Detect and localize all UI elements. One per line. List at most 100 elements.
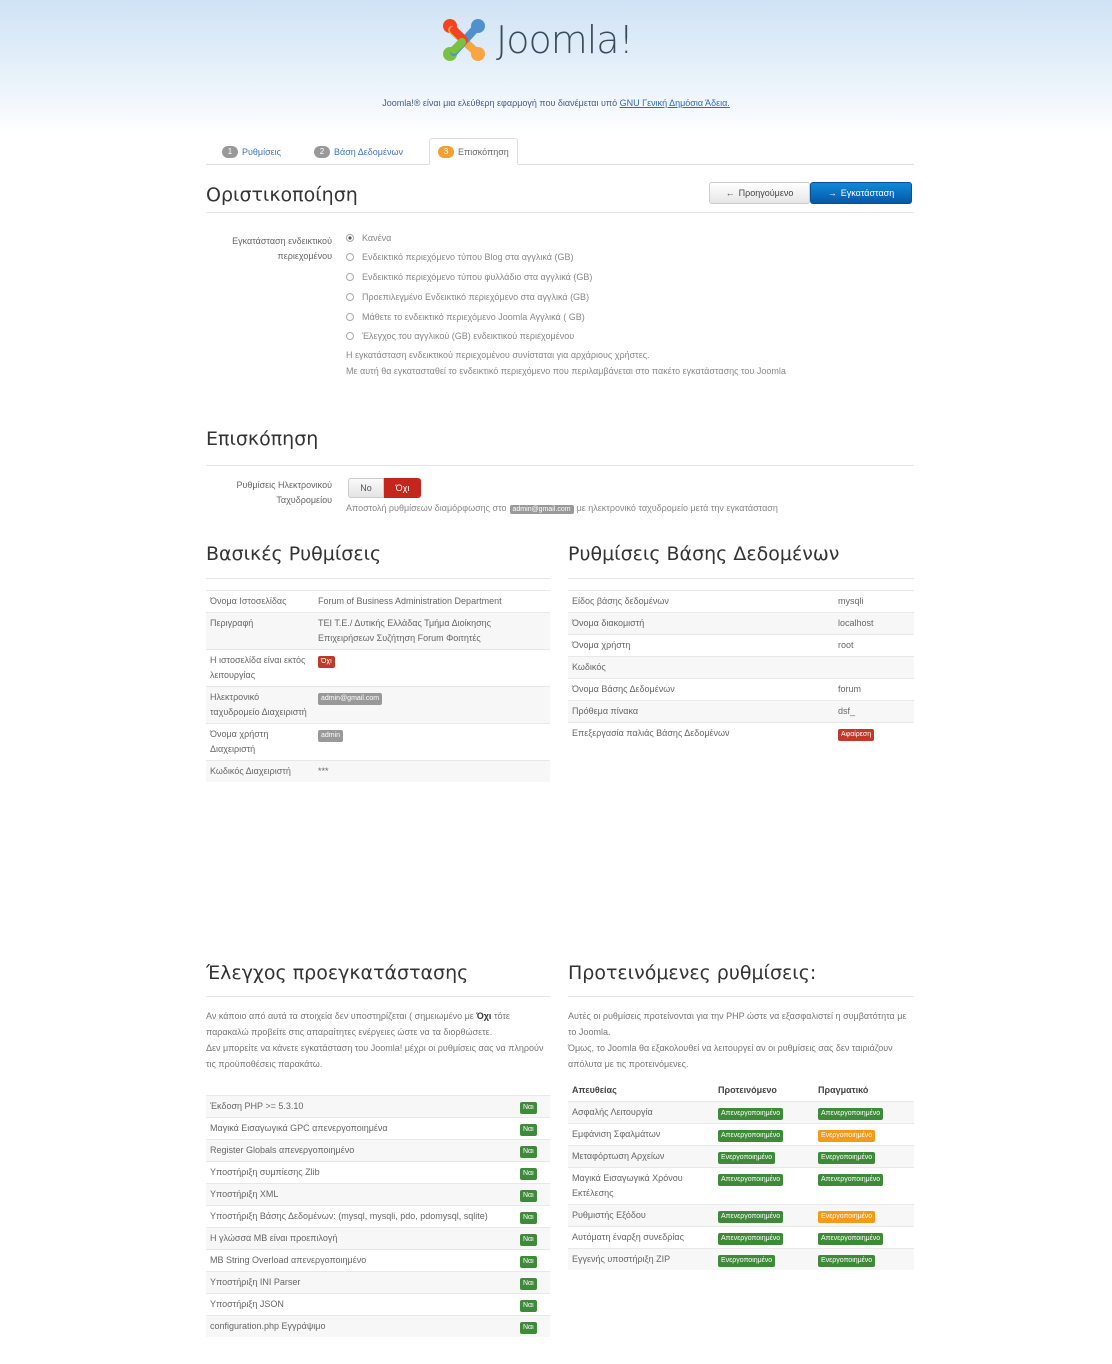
sample-option-brochure[interactable]: Ενδεικτικό περιεχόμενο τύπου φυλλάδιο στ… xyxy=(346,270,592,284)
precheck-bold: Όχι xyxy=(476,1011,492,1021)
setting-value-cell: admin xyxy=(314,723,550,761)
check-result: Ναι xyxy=(516,1249,550,1272)
table-row: Μαγικά Εισαγωγικά GPC απενεργοποιημένα Να… xyxy=(206,1117,550,1140)
send-config-text: Αποστολή ρυθμίσεων διαμόρφωσης στο xyxy=(346,503,507,513)
precheck-table: Έκδοση PHP >= 5.3.10 Ναι Μαγικά Εισαγωγικ… xyxy=(206,1095,550,1337)
setting-key: Όνομα χρήστη Διαχειριστή xyxy=(206,723,314,761)
table-row: MB String Overload απενεργοποιημένο Ναι xyxy=(206,1249,550,1272)
table-row: Η γλώσσα MB είναι προεπιλογή Ναι xyxy=(206,1227,550,1250)
table-row: Εμφάνιση Σφαλμάτων Απενεργοποιημένο Ενεργο… xyxy=(568,1123,914,1146)
status-badge: Όχι xyxy=(318,656,335,668)
tab-overview[interactable]: 3 Επισκόπηση xyxy=(429,138,518,165)
check-item: Register Globals απενεργοποιημένο xyxy=(206,1139,516,1162)
setting-key: Όνομα Ιστοσελίδας xyxy=(206,590,314,613)
arrow-left-icon: ← xyxy=(725,188,735,198)
precheck-text: Αν κάποιο από αυτά τα στοιχεία δεν υποστ… xyxy=(206,1011,477,1021)
setting-value: Forum of Business Administration Departm… xyxy=(314,590,550,613)
recommended-badge: Απενεργοποιημένο xyxy=(718,1130,784,1142)
recommended-heading: Προτεινόμενες ρυθμίσεις: xyxy=(568,962,817,984)
column-header: Απευθείας xyxy=(572,1085,617,1095)
tab-database[interactable]: 2 Βάση Δεδομένων xyxy=(306,138,411,165)
table-row: Μαγικά Εισαγωγικά Χρόνου Εκτέλεσης Απενερ… xyxy=(568,1167,914,1205)
tagline-text: Joomla!® είναι μια ελεύθερη εφαρμογή που… xyxy=(382,98,620,108)
db-key: Επεξεργασία παλιάς Βάσης Δεδομένων xyxy=(568,722,834,744)
db-value: localhost xyxy=(834,612,914,635)
tab-configuration[interactable]: 1 Ρυθμίσεις xyxy=(214,138,289,165)
table-row: Όνομα Ιστοσελίδας Forum of Business Admin… xyxy=(206,590,550,613)
table-row: configuration.php Εγγράψιμο Ναι xyxy=(206,1315,550,1337)
precheck-text-2: Δεν μπορείτε να κάνετε εγκατάσταση του J… xyxy=(206,1043,544,1069)
license-tagline: Joomla!® είναι μια ελεύθερη εφαρμογή που… xyxy=(0,98,1112,108)
actual-cell: Απενεργοποιημένο xyxy=(814,1167,914,1205)
table-header-row: Απευθείας Προτεινόμενο Πραγματικό xyxy=(568,1080,914,1102)
db-key: Όνομα Βάσης Δεδομένων xyxy=(568,678,834,701)
table-row: Υποστήριξη JSON Ναι xyxy=(206,1293,550,1316)
actual-cell: Απενεργοποιημένο xyxy=(814,1101,914,1124)
db-value xyxy=(834,656,914,679)
check-result: Ναι xyxy=(516,1117,550,1140)
table-row: Έκδοση PHP >= 5.3.10 Ναι xyxy=(206,1095,550,1118)
table-row: Μεταφόρτωση Αρχείων Ενεργοποιημένο Ενεργοπ… xyxy=(568,1145,914,1168)
logo-text: Joomla! xyxy=(496,18,634,62)
db-value: dsf_ xyxy=(834,700,914,723)
check-item: Έκδοση PHP >= 5.3.10 xyxy=(206,1095,516,1118)
recommended-cell: Απενεργοποιημένο xyxy=(714,1226,814,1249)
remove-badge: Αφαίρεση xyxy=(838,729,875,741)
table-row: Ρυθμιστής Εξόδου Απενεργοποιημένο Ενεργοπο… xyxy=(568,1204,914,1227)
recommended-badge: Απενεργοποιημένο xyxy=(718,1233,784,1245)
email-badge: admin@gmail.com xyxy=(509,505,574,514)
sample-option-learn[interactable]: Μάθετε το ενδεικτικό περιεχόμενο Joomla … xyxy=(346,310,585,324)
joomla-mark-icon xyxy=(440,16,488,64)
divider xyxy=(206,465,914,466)
sample-option-blog[interactable]: Ενδεικτικό περιεχόμενο τύπου Blog στα αγ… xyxy=(346,250,574,264)
db-value-cell: Αφαίρεση xyxy=(834,722,914,744)
table-row: Η ιστοσελίδα είναι εκτός λειτουργίας Όχι xyxy=(206,649,550,687)
sample-option-default[interactable]: Προεπιλεγμένο Ενδεικτικό περιεχόμενο στα… xyxy=(346,290,589,304)
yes-badge: Ναι xyxy=(520,1212,537,1224)
column-header: Πραγματικό xyxy=(818,1085,869,1095)
recommended-table: Απευθείας Προτεινόμενο Πραγματικό Ασφαλή… xyxy=(568,1080,914,1270)
check-item: Υποστήριξη συμπίεσης Zlib xyxy=(206,1161,516,1184)
table-row: Περιγραφή ΤΕΙ Τ.Ε./ Δυτικής Ελλάδας Τμήμα… xyxy=(206,612,550,650)
radio-icon xyxy=(346,253,354,261)
check-item: MB String Overload απενεργοποιημένο xyxy=(206,1249,516,1272)
divider xyxy=(206,212,914,213)
check-item: configuration.php Εγγράψιμο xyxy=(206,1315,516,1337)
sample-option-testing[interactable]: Έλεγχος του αγγλικού (GB) ενδεικτικού πε… xyxy=(346,329,574,343)
install-button[interactable]: → Εγκατάσταση xyxy=(810,182,912,204)
sample-option-none[interactable]: Κανένα xyxy=(346,231,391,245)
license-link[interactable]: GNU Γενική Δημόσια Άδεια. xyxy=(620,98,730,108)
check-result: Ναι xyxy=(516,1095,550,1118)
database-settings-heading: Ρυθμίσεις Βάσης Δεδομένων xyxy=(568,543,840,565)
radio-icon xyxy=(346,313,354,321)
step-number-badge: 3 xyxy=(438,145,454,158)
install-steps-tabs: 1 Ρυθμίσεις 2 Βάση Δεδομένων 3 Επισκόπησ… xyxy=(206,138,914,165)
directive-name: Μαγικά Εισαγωγικά Χρόνου Εκτέλεσης xyxy=(568,1167,714,1205)
finalize-heading: Οριστικοποίηση xyxy=(206,184,358,206)
setting-value: ΤΕΙ Τ.Ε./ Δυτικής Ελλάδας Τμήμα Διοίκηση… xyxy=(314,612,550,650)
setting-key: Ηλεκτρονικό ταχυδρομείο Διαχειριστή xyxy=(206,686,314,724)
recommended-cell: Ενεργοποιημένο xyxy=(714,1248,814,1270)
actual-badge: Ενεργοποιημένο xyxy=(818,1211,876,1223)
recommended-badge: Ενεργοποιημένο xyxy=(718,1152,776,1164)
previous-button[interactable]: ← Προηγούμενο xyxy=(709,182,810,204)
email-toggle-no[interactable]: Νο xyxy=(348,478,384,498)
db-key: Είδος βάσης δεδομένων xyxy=(568,590,834,613)
db-key: Όνομα διακομιστή xyxy=(568,612,834,635)
directive-name: Αυτόματη έναρξη συνεδρίας xyxy=(568,1226,714,1249)
overview-heading: Επισκόπηση xyxy=(206,428,319,450)
table-row: Είδος βάσης δεδομένων mysqli xyxy=(568,590,914,613)
check-result: Ναι xyxy=(516,1293,550,1316)
tab-label: Βάση Δεδομένων xyxy=(334,146,404,157)
option-label: Ενδεικτικό περιεχόμενο τύπου φυλλάδιο στ… xyxy=(362,272,593,282)
db-key: Πρόθεμα πίνακα xyxy=(568,700,834,723)
check-result: Ναι xyxy=(516,1205,550,1228)
recommended-cell: Απενεργοποιημένο xyxy=(714,1167,814,1205)
email-toggle-yes[interactable]: Όχι xyxy=(384,478,421,498)
yes-badge: Ναι xyxy=(520,1234,537,1246)
table-row: Εγγενής υποστήριξη ZIP Ενεργοποιημένο Ενερ… xyxy=(568,1248,914,1270)
divider xyxy=(568,996,914,997)
basic-settings-heading: Βασικές Ρυθμίσεις xyxy=(206,543,382,565)
joomla-logo[interactable]: Joomla! xyxy=(440,14,680,66)
directive-name: Μεταφόρτωση Αρχείων xyxy=(568,1145,714,1168)
